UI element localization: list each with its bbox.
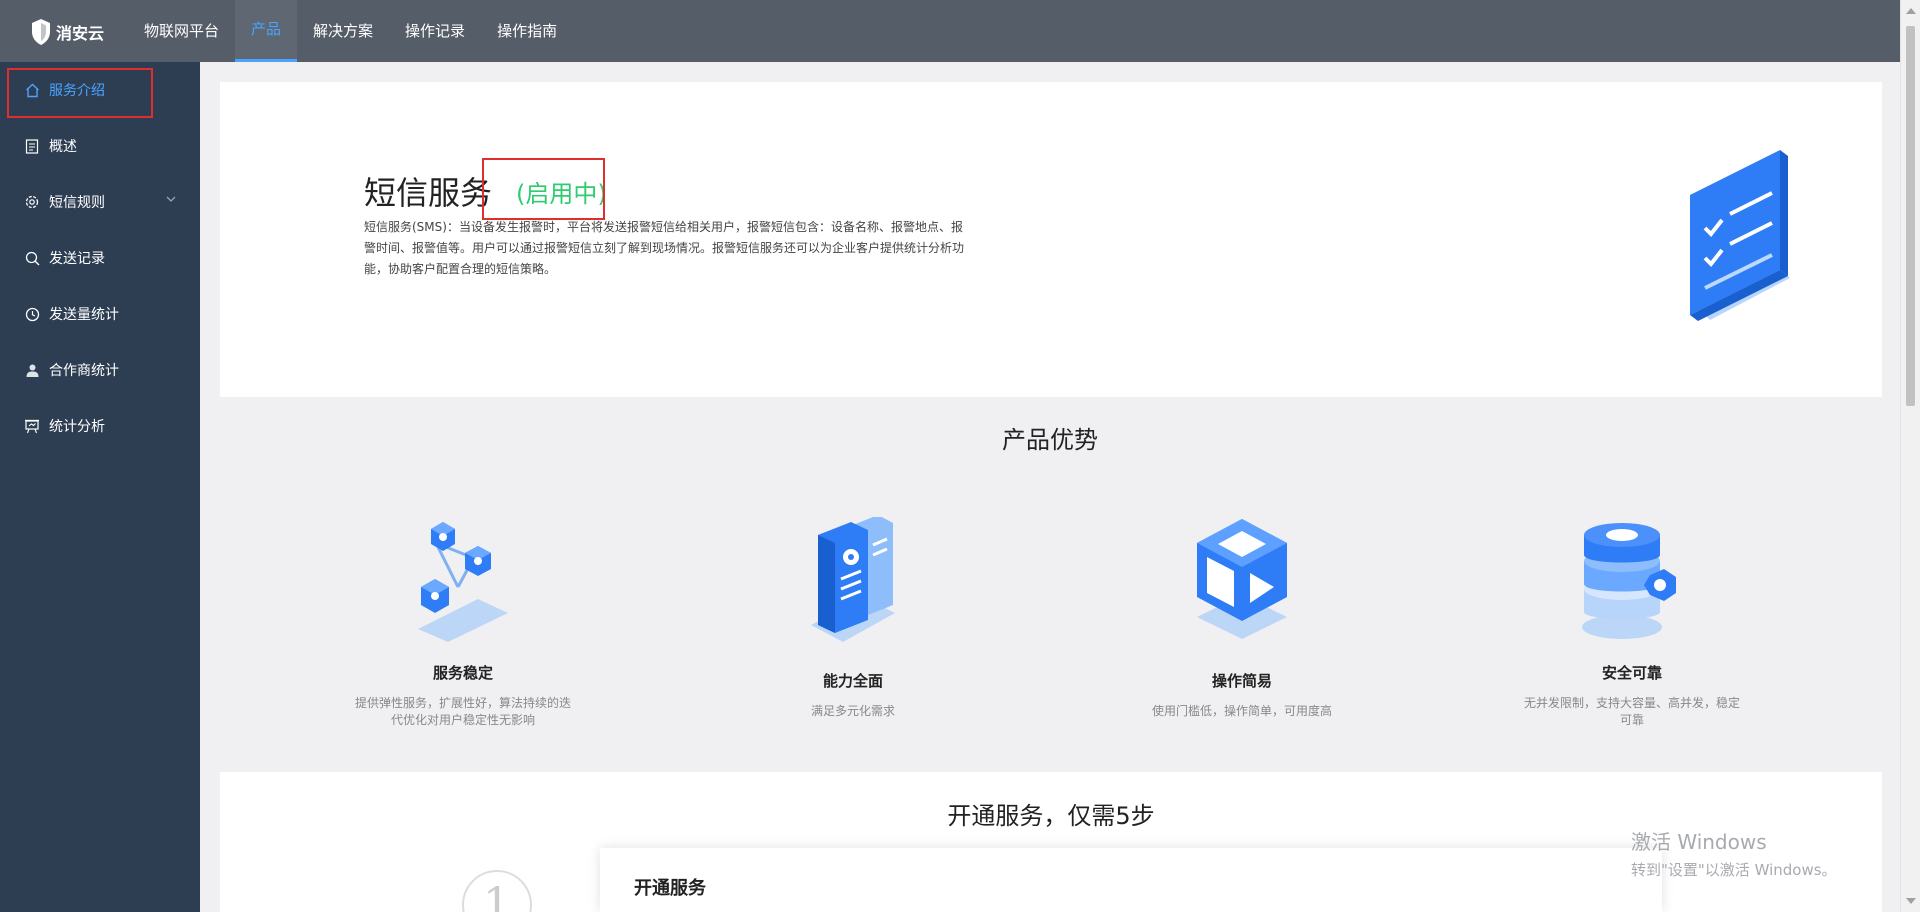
server-icon xyxy=(811,517,895,642)
sidebar-item-overview[interactable]: 概述 xyxy=(0,118,200,174)
document-icon xyxy=(24,138,40,154)
sidebar-item-label: 概述 xyxy=(49,139,77,155)
main-content: 短信服务 (启用中) 短信服务(SMS)：当设备发生报警时，平台将发送报警短信给… xyxy=(200,62,1900,912)
checklist-illustration-icon xyxy=(1690,150,1790,321)
sidebar: 服务介绍 概述 短信规则 发送记录 发送量统计 合作商统计 统计分析 xyxy=(0,62,200,912)
sidebar-item-send-records[interactable]: 发送记录 xyxy=(0,230,200,286)
watermark-line-1: 激活 Windows xyxy=(1631,830,1767,854)
step-number-badge: 1 xyxy=(462,870,532,912)
sidebar-item-label: 合作商统计 xyxy=(49,363,119,379)
top-navigation-bar: 消安云 物联网平台 产品 解决方案 操作记录 操作指南 xyxy=(0,0,1900,62)
sidebar-item-label: 短信规则 xyxy=(49,195,105,211)
nav-item-iot-platform[interactable]: 物联网平台 xyxy=(128,0,235,62)
advantage-card-easy: 操作简易 使用门槛低，操作简单，可用度高 xyxy=(1132,517,1352,720)
advantage-title: 安全可靠 xyxy=(1601,664,1662,682)
advantage-title: 能力全面 xyxy=(822,672,883,690)
brand-logo[interactable]: 消安云 xyxy=(30,17,104,47)
step-card: 开通服务 xyxy=(600,848,1662,912)
chevron-down-icon[interactable] xyxy=(164,192,178,206)
sidebar-item-partner-stats[interactable]: 合作商统计 xyxy=(0,342,200,398)
highlight-box-status xyxy=(482,158,605,220)
advantage-description: 无并发限制，支持大容量、高并发，稳定可靠 xyxy=(1523,696,1740,727)
sidebar-item-statistical-analysis[interactable]: 统计分析 xyxy=(0,398,200,454)
sidebar-item-label: 发送量统计 xyxy=(49,307,119,323)
network-cubes-icon xyxy=(418,522,508,642)
presentation-icon xyxy=(24,418,40,434)
database-gear-icon xyxy=(1582,523,1676,639)
nav-item-operation-guide[interactable]: 操作指南 xyxy=(481,0,573,62)
user-icon xyxy=(24,362,40,378)
shield-logo-icon xyxy=(32,19,50,45)
nav-item-operation-log[interactable]: 操作记录 xyxy=(389,0,481,62)
advantage-card-stable: 服务稳定 提供弹性服务，扩展性好，算法持续的迭代优化对用户稳定性无影响 xyxy=(353,517,573,729)
advantage-card-comprehensive: 能力全面 满足多元化需求 xyxy=(743,517,963,720)
advantage-title: 操作简易 xyxy=(1211,672,1272,690)
watermark-line-2: 转到"设置"以激活 Windows。 xyxy=(1631,861,1837,879)
cube-icon xyxy=(1197,519,1287,639)
clock-icon xyxy=(24,306,40,322)
nav-item-solutions[interactable]: 解决方案 xyxy=(297,0,389,62)
advantages-title: 产品优势 xyxy=(1002,426,1098,454)
advantage-description: 满足多元化需求 xyxy=(810,704,895,718)
scrollbar-thumb[interactable] xyxy=(1906,26,1915,406)
windows-activation-watermark: 激活 Windows 转到"设置"以激活 Windows。 xyxy=(1631,826,1837,880)
main-nav: 物联网平台 产品 解决方案 操作记录 操作指南 xyxy=(128,0,573,62)
brand-name: 消安云 xyxy=(56,24,105,43)
nav-item-products[interactable]: 产品 xyxy=(235,0,298,62)
page-title: 短信服务 xyxy=(364,174,493,212)
sidebar-item-label: 统计分析 xyxy=(49,419,105,435)
advantage-description: 提供弹性服务，扩展性好，算法持续的迭代优化对用户稳定性无影响 xyxy=(354,696,571,727)
step-card-title: 开通服务 xyxy=(634,878,706,899)
scroll-down-arrow-icon[interactable] xyxy=(1906,898,1916,904)
advantage-title: 服务稳定 xyxy=(432,664,493,682)
service-description: 短信服务(SMS)：当设备发生报警时，平台将发送报警短信给相关用户，报警短信包含… xyxy=(364,220,965,276)
service-hero-panel: 短信服务 (启用中) 短信服务(SMS)：当设备发生报警时，平台将发送报警短信给… xyxy=(220,82,1882,397)
sidebar-item-sms-rules[interactable]: 短信规则 xyxy=(0,174,200,230)
gear-icon xyxy=(24,194,40,210)
advantage-card-secure: 安全可靠 无并发限制，支持大容量、高并发，稳定可靠 xyxy=(1522,517,1742,729)
sidebar-item-send-volume-stats[interactable]: 发送量统计 xyxy=(0,286,200,342)
scroll-up-arrow-icon[interactable] xyxy=(1906,8,1916,14)
vertical-scrollbar[interactable] xyxy=(1900,0,1920,912)
highlight-box-sidebar xyxy=(7,68,153,118)
advantage-description: 使用门槛低，操作简单，可用度高 xyxy=(1151,704,1332,718)
search-icon xyxy=(24,250,40,266)
sidebar-item-label: 发送记录 xyxy=(49,251,105,267)
